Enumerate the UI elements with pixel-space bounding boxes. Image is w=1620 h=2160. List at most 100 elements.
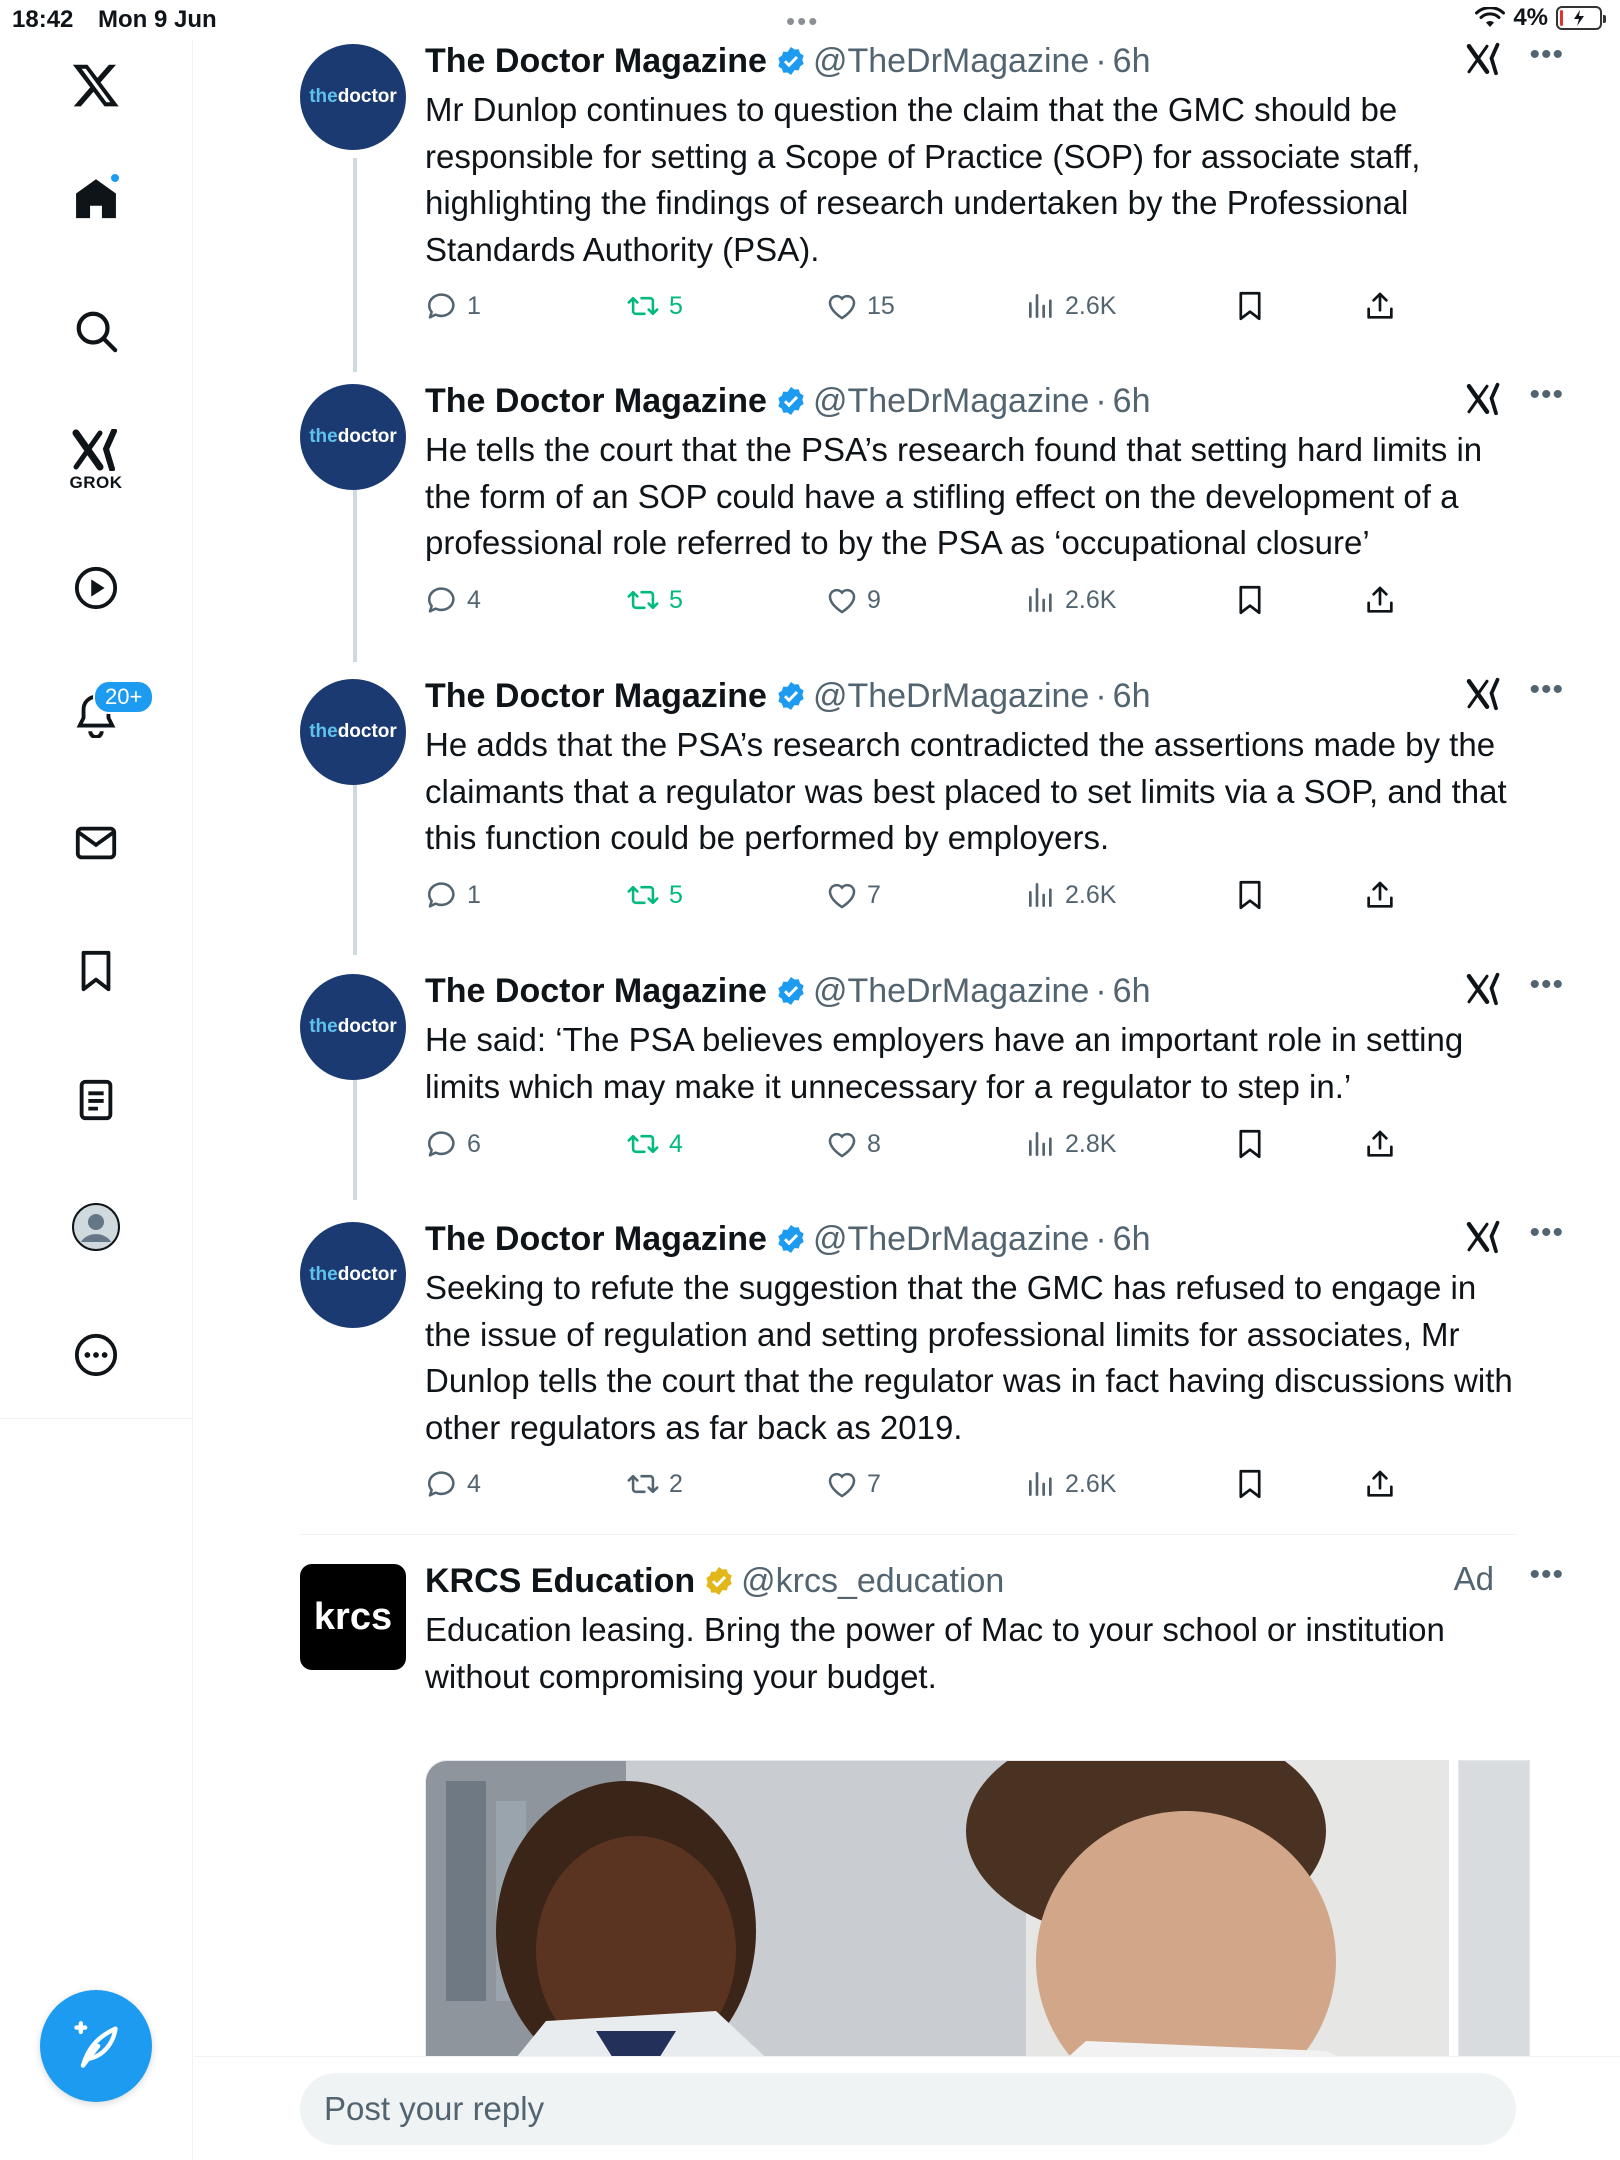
share-button[interactable] [1363,875,1397,915]
author-avatar[interactable]: the doctor [300,44,406,150]
like-count: 7 [867,880,881,909]
sidebar-item-notifications[interactable]: 20+ [51,670,155,760]
reply-count: 1 [467,291,481,320]
more-options-icon[interactable]: ••• [1529,380,1564,410]
sidebar-item-messages[interactable] [51,798,141,888]
more-options-icon[interactable]: ••• [1529,40,1564,70]
reply-button[interactable]: 4 [425,1464,481,1504]
author-avatar[interactable]: the doctor [300,974,406,1080]
wifi-icon [1475,7,1506,27]
reply-icon [427,882,455,908]
sidebar-item-videos[interactable] [51,543,141,633]
share-button[interactable] [1363,580,1397,620]
like-button[interactable]: 8 [825,1124,881,1164]
author-avatar[interactable]: the doctor [300,679,406,785]
tweet-time[interactable]: 6h [1113,677,1151,716]
reply-button[interactable]: 6 [425,1124,481,1164]
tweet-time[interactable]: 6h [1113,972,1151,1011]
repost-button[interactable]: 2 [625,1464,683,1504]
author-handle[interactable]: @TheDrMagazine [813,1220,1089,1259]
reply-button[interactable]: 4 [425,580,481,620]
heart-icon [828,294,856,320]
reply-button[interactable]: 1 [425,286,481,326]
grok-explain-icon[interactable] [1466,42,1502,76]
more-options-icon[interactable]: ••• [1529,970,1564,1000]
like-button[interactable]: 15 [825,286,895,326]
x-logo-icon[interactable] [51,40,141,130]
tweet-text: Seeking to refute the suggestion that th… [425,1269,1513,1446]
bookmark-button[interactable] [1233,1464,1267,1504]
author-avatar[interactable]: the doctor [300,1222,406,1328]
reply-button[interactable]: 1 [425,875,481,915]
separator: · [1095,676,1107,715]
share-button[interactable] [1363,286,1397,326]
author-avatar[interactable]: the doctor [300,384,406,490]
sidebar-item-explore[interactable] [51,286,141,376]
reply-input[interactable]: Post your reply [300,2073,1516,2145]
advertiser-name[interactable]: KRCS Education [425,1562,695,1601]
verified-badge-icon [775,680,807,712]
sidebar-item-profile[interactable] [51,1182,141,1272]
grok-explain-icon[interactable] [1466,677,1502,711]
views-button[interactable]: 2.6K [1025,286,1116,326]
sidebar-item-lists[interactable] [51,1055,141,1145]
author-name[interactable]: The Doctor Magazine [425,42,767,81]
reply-icon [427,587,455,613]
share-button[interactable] [1363,1464,1397,1504]
grok-explain-icon[interactable] [1466,382,1502,416]
compose-button[interactable] [40,1990,152,2102]
like-button[interactable]: 7 [825,875,881,915]
multitasking-dots-icon[interactable]: ••• [786,6,819,37]
bookmark-button[interactable] [1233,875,1267,915]
more-options-icon[interactable]: ••• [1529,1218,1564,1248]
views-button[interactable]: 2.8K [1025,1124,1116,1164]
author-handle[interactable]: @TheDrMagazine [813,42,1089,81]
author-name[interactable]: The Doctor Magazine [425,1220,767,1259]
tweet-time[interactable]: 6h [1113,1220,1151,1259]
avatar-text: the [309,426,338,447]
repost-button[interactable]: 5 [625,580,683,620]
more-options-icon[interactable]: ••• [1529,675,1564,705]
reply-count: 6 [467,1129,481,1158]
bookmark-button[interactable] [1233,286,1267,326]
grok-explain-icon[interactable] [1466,972,1502,1006]
sidebar-item-grok[interactable]: GROK [51,416,141,506]
views-chart-icon [1029,1132,1052,1156]
ad-carousel-next-image[interactable] [1458,1760,1530,2094]
sidebar-item-more[interactable] [51,1310,141,1400]
author-handle[interactable]: @TheDrMagazine [813,972,1089,1011]
share-icon [1367,1470,1393,1497]
like-button[interactable]: 7 [825,1464,881,1504]
bookmark-icon [81,950,111,992]
grok-explain-icon[interactable] [1466,1220,1502,1254]
views-button[interactable]: 2.6K [1025,875,1116,915]
compose-feather-icon [74,2021,118,2068]
ad-image[interactable] [425,1760,1449,2094]
like-button[interactable]: 9 [825,580,881,620]
advertiser-avatar[interactable]: krcs [300,1564,406,1670]
repost-icon [627,296,659,316]
author-name[interactable]: The Doctor Magazine [425,677,767,716]
repost-button[interactable]: 5 [625,875,683,915]
bookmark-icon [1239,880,1261,910]
advertiser-handle[interactable]: @krcs_education [741,1562,1004,1601]
author-handle[interactable]: @TheDrMagazine [813,677,1089,716]
repost-button[interactable]: 4 [625,1124,683,1164]
tweet-time[interactable]: 6h [1113,382,1151,421]
author-name[interactable]: The Doctor Magazine [425,972,767,1011]
repost-count: 5 [669,291,683,320]
sidebar-item-bookmarks[interactable] [51,926,141,1016]
views-button[interactable]: 2.6K [1025,1464,1116,1504]
author-handle[interactable]: @TheDrMagazine [813,382,1089,421]
tweet-time[interactable]: 6h [1113,42,1151,81]
sidebar-item-home[interactable] [51,154,141,244]
repost-icon [627,1474,659,1494]
more-options-icon[interactable]: ••• [1529,1560,1564,1590]
share-button[interactable] [1363,1124,1397,1164]
bookmark-button[interactable] [1233,1124,1267,1164]
repost-button[interactable]: 5 [625,286,683,326]
author-name[interactable]: The Doctor Magazine [425,382,767,421]
bookmark-button[interactable] [1233,580,1267,620]
views-button[interactable]: 2.6K [1025,580,1116,620]
tweet-actions: 6 4 8 2.8K [425,1124,1425,1164]
